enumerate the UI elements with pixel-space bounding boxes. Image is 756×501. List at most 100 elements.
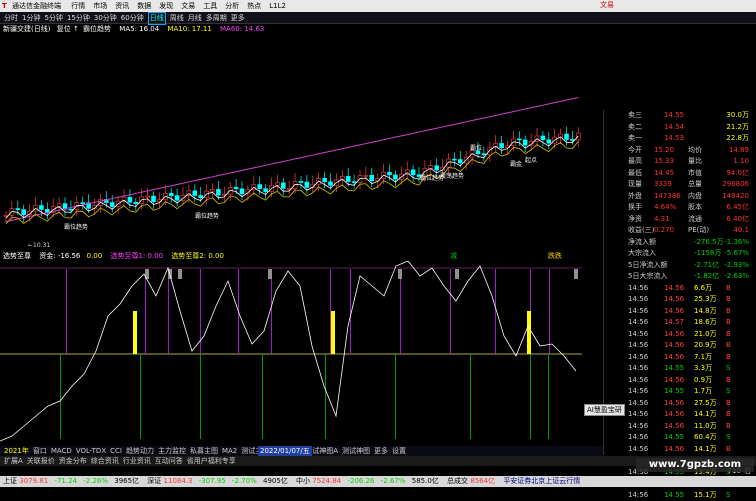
menu-item[interactable]: 分析 bbox=[225, 0, 239, 12]
period-tab[interactable]: 周线 bbox=[170, 13, 184, 24]
indicator-tab[interactable]: MACD bbox=[51, 446, 72, 456]
indicator-chart[interactable] bbox=[0, 261, 600, 446]
trade-row: 14:5614.560.9万B bbox=[604, 375, 756, 387]
period-tab[interactable]: 15分钟 bbox=[67, 13, 90, 24]
trade-price: 14.55 bbox=[664, 386, 684, 398]
trade-price: 14.57 bbox=[664, 317, 684, 329]
candle-body bbox=[523, 140, 527, 145]
period-tab[interactable]: 60分钟 bbox=[121, 13, 144, 24]
function-tab[interactable]: 资金分布 bbox=[59, 456, 87, 466]
candle-body bbox=[16, 209, 20, 210]
period-tab[interactable]: 月线 bbox=[188, 13, 202, 24]
menu-item[interactable]: 热点 bbox=[247, 0, 261, 12]
trade-row: 14:5614.567.1万B bbox=[604, 352, 756, 364]
function-tab[interactable]: 省用户福利专享 bbox=[187, 456, 236, 466]
tag-left: 减 bbox=[450, 251, 457, 261]
indicator-tab[interactable]: 趋势动力 bbox=[126, 446, 154, 456]
trade-time: 14:56 bbox=[628, 444, 648, 456]
trade-row: 14:5614.5611.0万B bbox=[604, 421, 756, 433]
indicator-tab[interactable]: 更多 bbox=[374, 446, 388, 456]
menu-right[interactable]: 文易 bbox=[600, 0, 614, 10]
indicator-bar bbox=[450, 269, 451, 354]
indicator-bar bbox=[398, 269, 402, 279]
restore-flag[interactable]: 复位 bbox=[57, 25, 71, 33]
period-tab[interactable]: 1分钟 bbox=[22, 13, 40, 24]
stat-value-2: 14.89 bbox=[729, 145, 749, 157]
menu-item[interactable]: 资讯 bbox=[115, 0, 129, 12]
trade-price: 14.56 bbox=[664, 294, 684, 306]
period-tab[interactable]: 30分钟 bbox=[94, 13, 117, 24]
ask-volume: 22.8万 bbox=[726, 133, 749, 145]
indicator-name[interactable]: 选势至尊 bbox=[3, 252, 31, 260]
candle-body bbox=[299, 181, 303, 182]
indicator-tab[interactable]: 窗口 bbox=[33, 446, 47, 456]
trade-row: 14:5614.5627.5万B bbox=[604, 398, 756, 410]
function-tab[interactable]: 综合资讯 bbox=[91, 456, 119, 466]
menu-item[interactable]: 市场 bbox=[93, 0, 107, 12]
trade-volume: 11.0万 bbox=[694, 421, 717, 433]
candle-body bbox=[39, 206, 43, 210]
candle-body bbox=[81, 203, 85, 204]
indicator-bar bbox=[133, 311, 137, 354]
stat-value: 4.64% bbox=[654, 202, 676, 214]
stat-value-2: 6.45亿 bbox=[726, 202, 749, 214]
function-tab[interactable]: 互动问答 bbox=[155, 456, 183, 466]
indicator-tab[interactable]: 设置 bbox=[392, 446, 406, 456]
menu-item[interactable]: 行情 bbox=[71, 0, 85, 12]
trade-row: 14:5614.5614.8万B bbox=[604, 306, 756, 318]
candle-body bbox=[199, 196, 203, 198]
period-tab[interactable]: 更多 bbox=[231, 13, 245, 24]
period-tab[interactable]: 5分钟 bbox=[44, 13, 62, 24]
indicator-tab[interactable]: 私募主图 bbox=[190, 446, 218, 456]
ask-price: 14.54 bbox=[664, 122, 684, 134]
stat-label: 最高 bbox=[628, 156, 642, 168]
trade-price: 14.55 bbox=[664, 490, 684, 501]
period-tab[interactable]: 多周期 bbox=[206, 13, 227, 24]
kline-chart[interactable]: 霸位趋势霸位趋势霸位趋势震荡趋势霸位霸金起点 ←10.31 bbox=[0, 34, 600, 250]
ind-value-2: 选势至尊2: 0.00 bbox=[171, 252, 224, 260]
flow-row: 5日大宗流入-1.82亿-2.63% bbox=[604, 271, 756, 283]
trade-row: 14:5614.553.3万S bbox=[604, 363, 756, 375]
trade-direction: B bbox=[726, 409, 731, 421]
trade-row: 14:5614.5560.4万S bbox=[604, 432, 756, 444]
stat-value: 15.20 bbox=[654, 145, 674, 157]
function-tab[interactable]: 扩展A bbox=[4, 456, 23, 466]
trade-price: 14.55 bbox=[664, 432, 684, 444]
indicator-tab[interactable]: MA2 bbox=[222, 446, 237, 456]
stat-row: 今开15.20均价14.89 bbox=[604, 145, 756, 157]
low-price-label: ←10.31 bbox=[28, 242, 50, 249]
indicator-tab[interactable]: 2021年 bbox=[4, 446, 29, 456]
menu-item[interactable]: 工具 bbox=[203, 0, 217, 12]
signal-annotation: 霸位趋势 bbox=[64, 223, 88, 231]
indicator-tab[interactable]: 测试神图 bbox=[342, 446, 370, 456]
indicator-tab[interactable]: VOL-TDX bbox=[76, 446, 106, 456]
signal-annotation: 霸位趋势 bbox=[195, 212, 219, 220]
stat-value: 3339 bbox=[654, 179, 672, 191]
sz-value: 11084.3 bbox=[164, 477, 193, 485]
candle-body bbox=[388, 172, 392, 175]
period-tab[interactable]: 分时 bbox=[4, 13, 18, 24]
indicator-tab[interactable]: CCI bbox=[110, 446, 122, 456]
trade-direction: S bbox=[726, 490, 730, 501]
menu-item[interactable]: 发现 bbox=[159, 0, 173, 12]
tag-right: 跌跌 bbox=[548, 251, 562, 261]
ai-assistant-tag[interactable]: AI慧盈宝研 bbox=[584, 404, 625, 416]
candle-body bbox=[447, 159, 451, 167]
candle-body bbox=[323, 178, 327, 181]
menu-bar: T 通达信金融终端 行情市场资讯数据发现文易工具分析热点L1L2 文易 bbox=[0, 0, 756, 12]
trade-time: 14:56 bbox=[628, 317, 648, 329]
flow-row: 5日净流入额-2.71亿-2.93% bbox=[604, 260, 756, 272]
menu-item[interactable]: 数据 bbox=[137, 0, 151, 12]
menu-item[interactable]: 文易 bbox=[181, 0, 195, 12]
indicator-tab[interactable]: 主力监控 bbox=[158, 446, 186, 456]
menu-item[interactable]: L1L2 bbox=[269, 0, 286, 12]
indicator-bar bbox=[330, 269, 331, 354]
sz-pct: -2.70% bbox=[232, 477, 257, 485]
function-tab[interactable]: 行业资讯 bbox=[123, 456, 151, 466]
stat-value: 15.33 bbox=[654, 156, 674, 168]
function-tab[interactable]: 关联报价 bbox=[27, 456, 55, 466]
zx-change: -206.26 bbox=[347, 477, 374, 485]
ask-row: 卖三14.5530.0万 bbox=[604, 110, 756, 122]
quote-panel: 卖三14.5530.0万卖二14.5421.2万卖一14.5322.8万 今开1… bbox=[603, 110, 756, 455]
ask-volume: 30.0万 bbox=[726, 110, 749, 122]
